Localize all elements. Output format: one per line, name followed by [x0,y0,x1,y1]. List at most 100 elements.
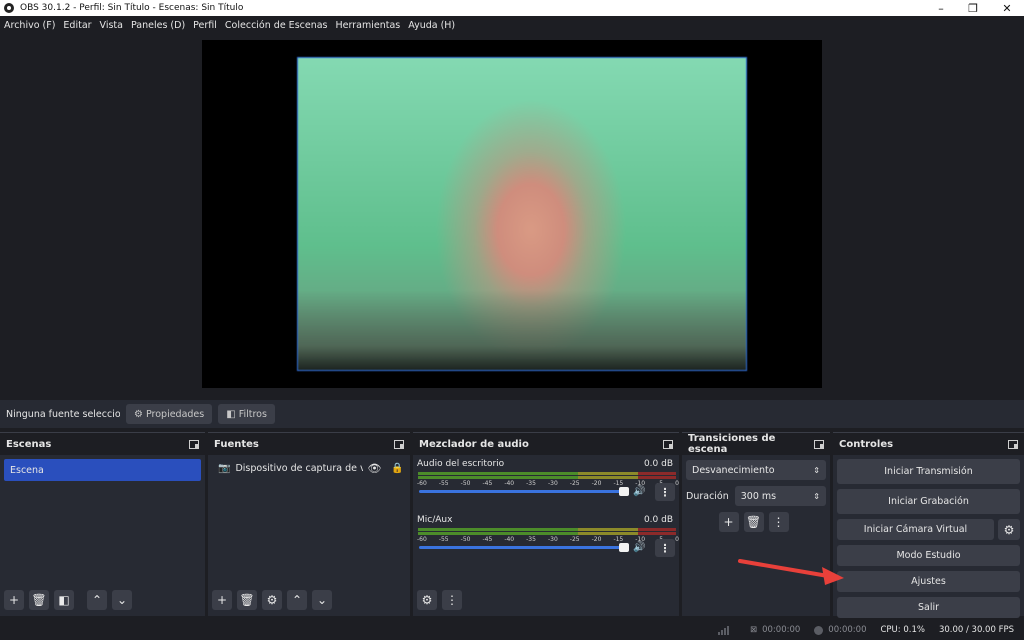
move-source-up-button[interactable]: ⌃ [287,590,307,610]
studio-mode-button[interactable]: Modo Estudio [837,545,1020,566]
status-bar: ⊠ 00:00:00 00:00:00 CPU: 0.1% 30.00 / 30… [0,620,1024,640]
undock-icon[interactable] [189,439,199,449]
settings-button[interactable]: Ajustes [837,571,1020,592]
source-properties-button[interactable]: ⚙ [262,590,282,610]
stream-time: 00:00:00 [762,625,801,635]
gear-icon: ⚙ [134,408,143,420]
webcam-feed[interactable] [297,57,747,371]
exit-button[interactable]: Salir [837,597,1020,618]
gear-icon: ⚙ [266,593,278,607]
signal-icon [717,625,730,635]
advanced-audio-button[interactable]: ⚙ [417,590,437,610]
record-icon [814,625,824,635]
speaker-icon[interactable]: 🔊 [633,542,645,553]
undock-icon[interactable] [814,439,824,449]
obs-logo-icon [4,3,14,13]
kebab-icon: ⋮ [772,515,785,529]
add-source-button[interactable]: + [212,590,232,610]
eye-icon[interactable]: 👁 [367,462,381,475]
channel-name: Mic/Aux [417,515,453,525]
scene-filters-button[interactable]: ◧ [54,590,74,610]
volume-slider[interactable] [419,543,629,552]
updown-icon: ⇕ [813,491,820,501]
plus-icon: + [723,515,734,529]
channel-menu-button[interactable]: ⋮ [655,539,675,557]
move-scene-down-button[interactable]: ⌄ [112,590,132,610]
channel-db: 0.0 dB [643,515,673,525]
cpu-usage: CPU: 0.1% [880,625,925,635]
chevron-up-icon: ⌃ [91,593,103,607]
lock-icon[interactable]: 🔒 [391,463,403,474]
speaker-icon[interactable]: 🔊 [633,486,645,497]
dock-title: Transiciones de escena [688,433,776,455]
mixer-menu-button[interactable]: ⋮ [442,590,462,610]
menu-scene-collection[interactable]: Colección de Escenas [225,20,328,31]
kebab-icon: ⋮ [659,541,671,555]
close-button[interactable]: ✕ [990,0,1024,16]
properties-button[interactable]: ⚙ Propiedades [126,404,213,424]
dock-title: Controles [839,438,894,450]
remove-source-button[interactable]: 🗑 [237,590,257,610]
gears-icon: ⚙ [421,593,433,607]
record-time: 00:00:00 [828,625,867,635]
duration-spinbox[interactable]: 300 ms ⇕ [734,486,826,506]
stream-icon: ⊠ [749,625,758,635]
filter-icon: ◧ [58,593,70,607]
chevron-up-icon: ⌃ [291,593,303,607]
menu-help[interactable]: Ayuda (H) [408,20,455,31]
volume-meter [418,472,676,479]
trash-icon: 🗑 [745,515,762,529]
source-toolbar: Ninguna fuente seleccionada ⚙ Propiedade… [0,400,1024,428]
trash-icon: 🗑 [239,593,255,607]
scene-item[interactable]: Escena [4,459,201,481]
title-bar: OBS 30.1.2 - Perfil: Sin Título - Escena… [0,0,1024,16]
start-streaming-button[interactable]: Iniciar Transmisión [837,459,1020,484]
chevron-down-icon: ⌄ [316,593,328,607]
transition-menu-button[interactable]: ⋮ [768,512,789,532]
slider-handle[interactable] [619,487,629,496]
window-title: OBS 30.1.2 - Perfil: Sin Título - Escena… [20,3,244,13]
start-recording-button[interactable]: Iniciar Grabación [837,489,1020,514]
plus-icon: + [216,593,228,607]
add-scene-button[interactable]: + [4,590,24,610]
filters-button[interactable]: ◧ Filtros [218,404,275,424]
channel-menu-button[interactable]: ⋮ [655,483,675,501]
controls-dock: Controles Iniciar Transmisión Iniciar Gr… [833,432,1024,618]
preview-canvas[interactable] [202,40,822,388]
kebab-icon: ⋮ [446,593,458,607]
virtual-camera-settings-button[interactable]: ⚙ [998,519,1020,540]
dock-title: Fuentes [214,438,259,450]
menu-file[interactable]: Archivo (F) [4,20,55,31]
undock-icon[interactable] [1008,439,1018,449]
menu-edit[interactable]: Editar [63,20,91,31]
start-virtual-camera-button[interactable]: Iniciar Cámara Virtual [837,519,994,540]
mixer-channel-mic: Mic/Aux 0.0 dB -60 -55 -50 -45 -40 -35 -30 -25-… [417,515,679,567]
menu-tools[interactable]: Herramientas [336,20,401,31]
volume-slider[interactable] [419,487,629,496]
filter-icon: ◧ [226,408,236,420]
add-transition-button[interactable]: + [718,512,739,532]
restore-button[interactable]: ❐ [956,0,990,16]
trash-icon: 🗑 [31,593,47,607]
undock-icon[interactable] [663,439,673,449]
slider-handle[interactable] [619,543,629,552]
move-source-down-button[interactable]: ⌄ [312,590,332,610]
preview-area [0,34,1024,396]
menu-docks[interactable]: Paneles (D) [131,20,185,31]
menu-view[interactable]: Vista [100,20,123,31]
remove-scene-button[interactable]: 🗑 [29,590,49,610]
menu-profile[interactable]: Perfil [193,20,217,31]
dock-title: Mezclador de audio [419,438,529,450]
dock-title: Escenas [6,438,52,450]
remove-transition-button[interactable]: 🗑 [743,512,764,532]
minimize-button[interactable]: – [924,0,958,16]
move-scene-up-button[interactable]: ⌃ [87,590,107,610]
fps-readout: 30.00 / 30.00 FPS [938,625,1014,635]
transition-select[interactable]: Desvanecimiento ⇕ [686,460,826,480]
camera-icon: 📷 [218,462,231,474]
undock-icon[interactable] [394,439,404,449]
gear-icon: ⚙ [1003,522,1015,537]
menu-bar: Archivo (F) Editar Vista Paneles (D) Per… [0,16,1024,34]
source-item[interactable]: 📷 Dispositivo de captura de video 👁 🔒 [212,461,406,475]
chevron-down-icon: ⌄ [116,593,128,607]
